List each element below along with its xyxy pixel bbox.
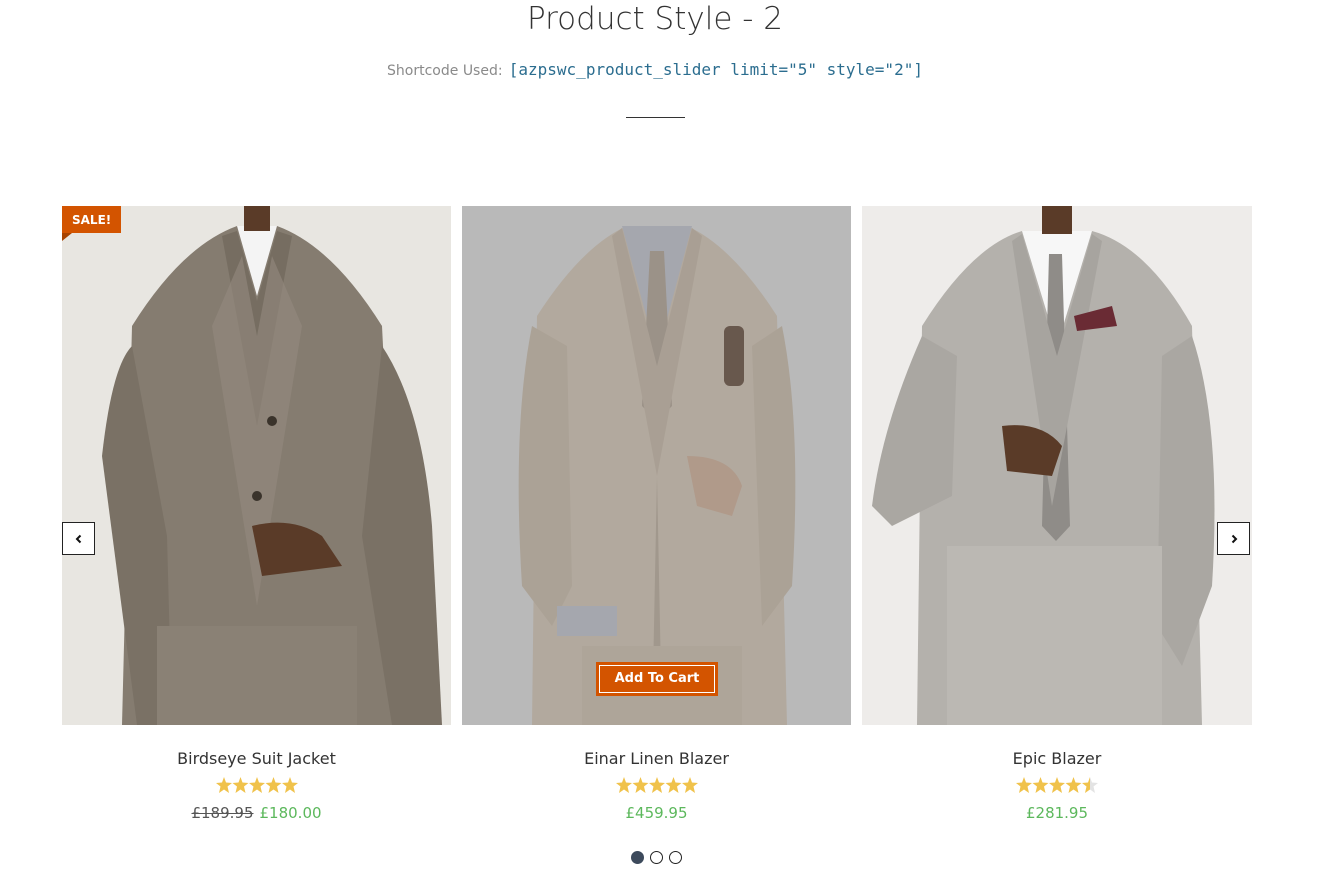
stars-icon — [215, 777, 298, 793]
add-to-cart-button[interactable]: Add To Cart — [596, 662, 718, 696]
title-divider — [626, 117, 685, 118]
chevron-left-icon — [75, 534, 81, 543]
product-card[interactable]: Add To Cart Einar Linen Blazer £459.95 — [462, 206, 851, 823]
product-name[interactable]: Einar Linen Blazer — [462, 749, 851, 769]
price-current: £459.95 — [625, 804, 688, 822]
shortcode-label: Shortcode Used: — [387, 63, 503, 79]
star-rating — [462, 777, 851, 795]
price: £459.95 — [462, 803, 851, 823]
stars-icon — [1016, 777, 1098, 793]
price-current: £180.00 — [259, 804, 322, 822]
product-image[interactable]: SALE! — [62, 206, 451, 725]
product-card[interactable]: SALE! Birdseye Suit Jacket £189.95 £180.0… — [62, 206, 451, 823]
product-image[interactable] — [862, 206, 1252, 725]
slider-next-button[interactable] — [1217, 522, 1250, 555]
star-rating — [62, 777, 451, 795]
product-name[interactable]: Birdseye Suit Jacket — [62, 749, 451, 769]
pagination-dot[interactable] — [650, 851, 663, 864]
price-current: £281.95 — [1025, 804, 1089, 822]
price-old: £189.95 — [191, 804, 254, 822]
product-card[interactable]: Epic Blazer £281.95 — [862, 206, 1252, 823]
pagination-dot[interactable] — [631, 851, 644, 864]
product-image[interactable]: Add To Cart — [462, 206, 851, 725]
chevron-right-icon — [1231, 534, 1237, 543]
page-title: Product Style - 2 — [526, 1, 784, 37]
price: £189.95 £180.00 — [62, 803, 451, 823]
slider-prev-button[interactable] — [62, 522, 95, 555]
star-rating — [862, 777, 1252, 795]
sale-badge: SALE! — [62, 206, 122, 241]
hover-overlay — [462, 206, 851, 725]
pagination-dot[interactable] — [669, 851, 682, 864]
slider-pagination — [631, 851, 682, 864]
shortcode-line: Shortcode Used: [azpswc_product_slider l… — [0, 58, 1310, 83]
stars-icon — [615, 777, 698, 793]
product-name[interactable]: Epic Blazer — [862, 749, 1252, 769]
price: £281.95 — [862, 803, 1252, 823]
shortcode-code: [azpswc_product_slider limit="5" style="… — [508, 60, 923, 79]
